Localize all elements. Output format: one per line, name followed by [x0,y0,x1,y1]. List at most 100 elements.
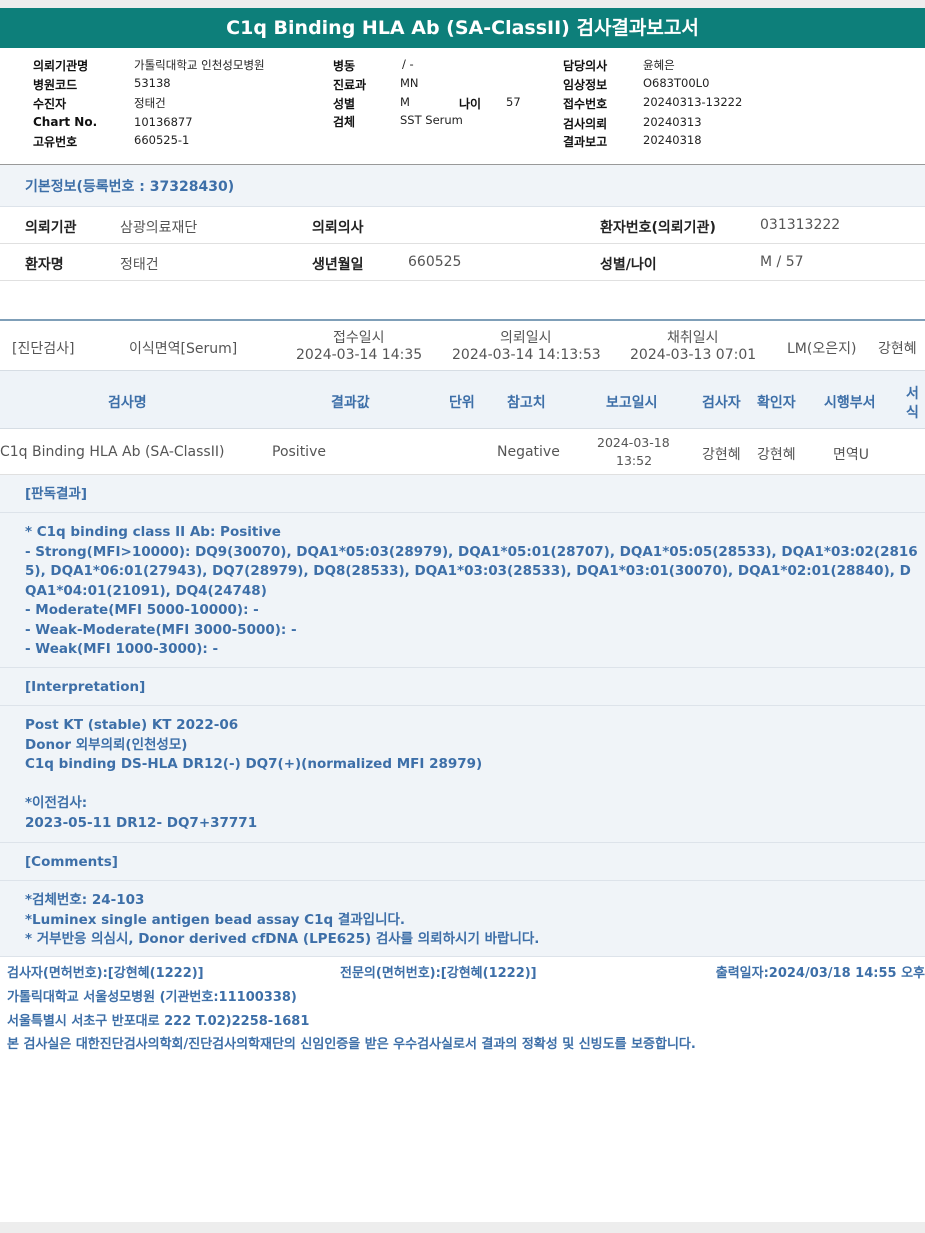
patient-name-label: 환자명 [25,257,64,273]
comment-line: * 거부반응 의심시, Donor derived cfDNA (LPE625)… [25,931,540,947]
collect-date-label: 채취일시 [667,330,719,346]
cell-tester: 강현혜 [702,447,741,463]
dept-label: 진료과 [333,78,367,92]
interpretation-line: 2023-05-11 DR12- DQ7+37771 [25,814,258,831]
col-verifier: 확인자 [757,395,796,411]
examiner-name: 강현혜 [878,341,917,357]
ward-value: / - [402,57,414,71]
receipt-date-value: 2024-03-14 14:35 [296,347,423,363]
test-request-label: 검사의뢰 [563,117,608,131]
interpretation-result-body: * C1q binding class II Ab: Positive - St… [0,513,925,668]
col-tester: 검사자 [702,395,741,411]
doctor-label: 담당의사 [563,59,608,73]
patient-label: 수진자 [33,97,67,111]
sex-value: M [400,95,410,109]
comments-header: [Comments] [0,843,925,881]
col-test-name: 검사명 [108,395,147,411]
footer-signatures: 검사자(면허번호):[강현혜(1222)] 전문의(면허번호):[강현혜(122… [0,962,925,982]
comments-body: *검체번호: 24-103 *Luminex single antigen be… [0,881,925,957]
col-report-date: 보고일시 [606,395,658,411]
test-request-value: 20240313 [643,115,702,129]
age-value: 57 [506,95,521,109]
unique-no-label: 고유번호 [33,135,78,149]
specimen-value: SST Serum [400,113,463,127]
interpretation-line: Post KT (stable) KT 2022-06 [25,717,239,733]
cell-verifier: 강현혜 [757,447,796,463]
patient-no-label: 환자번호(의뢰기관) [600,220,716,236]
footer-address: 서울특별시 서초구 반포대로 222 T.02)2258-1681 [7,1014,310,1029]
req-institution-value: 삼광의료재단 [120,220,198,236]
basic-info-row-2: 환자명 정태건 생년월일 660525 성별/나이 M / 57 [0,244,925,281]
col-unit: 단위 [449,395,475,411]
cell-report-date: 2024-03-18 [597,435,670,450]
patient-no-value: 031313222 [760,217,841,233]
dob-label: 생년월일 [312,257,364,273]
col-format-2: 식 [906,405,919,421]
result-line: - Weak(MFI 1000-3000): - [25,641,219,657]
patient-value: 정태건 [134,96,166,110]
cell-department: 면역U [833,447,870,463]
cell-result: Positive [272,444,326,460]
report-title: C1q Binding HLA Ab (SA-ClassII) 검사결과보고서 [0,8,925,48]
request-date-label: 의뢰일시 [500,330,552,346]
hospital-code-label: 병원코드 [33,78,78,92]
receipt-date-label: 접수일시 [333,330,385,346]
age-label: 나이 [459,97,482,111]
cell-report-time: 13:52 [616,453,653,468]
footer-examiner: 검사자(면허번호):[강현혜(1222)] [7,966,204,981]
col-result: 결과값 [331,395,370,411]
footer-print-date: 출력일자:2024/03/18 14:55 오후 [715,966,925,981]
sex-age-value: M / 57 [760,254,804,270]
comment-line: *Luminex single antigen bead assay C1q 결… [25,911,406,928]
receipt-no-value: 20240313-13222 [643,95,743,109]
clinical-info-value: O683T00L0 [643,76,710,90]
result-line: - Strong(MFI>10000): DQ9(30070), DQA1*05… [25,543,918,599]
result-line: - Weak-Moderate(MFI 3000-5000): - [25,621,297,638]
results-table-header: 검사명 결과값 단위 참고치 보고일시 검사자 확인자 시행부서 서 식 [0,371,925,429]
interpretation-result-header: [판독결과] [0,475,925,513]
chart-value: 10136877 [134,115,193,129]
bottom-strip [0,1222,925,1233]
basic-info-row-1: 의뢰기관 삼광의료재단 의뢰의사 환자번호(의뢰기관) 031313222 [0,207,925,244]
cell-test-name: C1q Binding HLA Ab (SA-ClassII) [0,444,225,460]
col-department: 시행부서 [824,395,876,411]
col-format-1: 서 [906,386,919,402]
dept-value: MN [400,76,419,90]
specimen-label: 검체 [333,115,356,129]
collect-date-value: 2024-03-13 07:01 [630,347,757,363]
receipt-no-label: 접수번호 [563,97,608,111]
footer-hospital: 가톨릭대학교 서울성모병원 (기관번호:11100338) [7,990,297,1005]
req-institution-label: 의뢰기관 [25,220,77,236]
institution-value: 가톨릭대학교 인천성모병원 [134,58,265,72]
cell-reference: Negative [497,444,560,460]
patient-name-value: 정태건 [120,257,159,273]
report-header-info: 의뢰기관명 가톨릭대학교 인천성모병원 병원코드 53138 수진자 정태건 C… [0,48,925,165]
institution-label: 의뢰기관명 [33,59,89,73]
comment-line: *검체번호: 24-103 [25,892,145,908]
clinical-info-label: 임상정보 [563,78,608,92]
interpretation-body: Post KT (stable) KT 2022-06 Donor 외부의뢰(인… [0,706,925,843]
diagnosis-row: [진단검사] 이식면역[Serum] 접수일시 2024-03-14 14:35… [0,319,925,371]
ward-label: 병동 [333,59,356,73]
result-line: * C1q binding class II Ab: Positive [25,524,281,540]
interpretation-header: [Interpretation] [0,668,925,706]
result-line: - Moderate(MFI 5000-10000): - [25,602,259,618]
sex-label: 성별 [333,97,356,111]
chart-label: Chart No. [33,115,98,129]
diagnosis-category: [진단검사] [12,341,75,357]
footer-specialist: 전문의(면허번호):[강현혜(1222)] [340,966,537,981]
interpretation-line: *이전검사: [25,795,88,811]
footer-certification: 본 검사실은 대한진단검사의학회/진단검사의학재단의 신임인증을 받은 우수검사… [7,1037,696,1052]
interpretation-line [25,775,921,795]
hospital-code-value: 53138 [134,76,171,90]
result-report-label: 결과보고 [563,135,608,149]
result-report-value: 20240318 [643,133,702,147]
unique-no-value: 660525-1 [134,133,190,147]
top-strip [0,0,925,8]
dob-value: 660525 [408,254,462,270]
doctor-value: 윤혜은 [643,58,675,72]
req-doctor-label: 의뢰의사 [312,220,364,236]
basic-info-title: 기본정보(등록번호 : 37328430) [0,165,925,207]
sex-age-label: 성별/나이 [600,257,657,273]
lm-name: LM(오은지) [787,341,857,357]
